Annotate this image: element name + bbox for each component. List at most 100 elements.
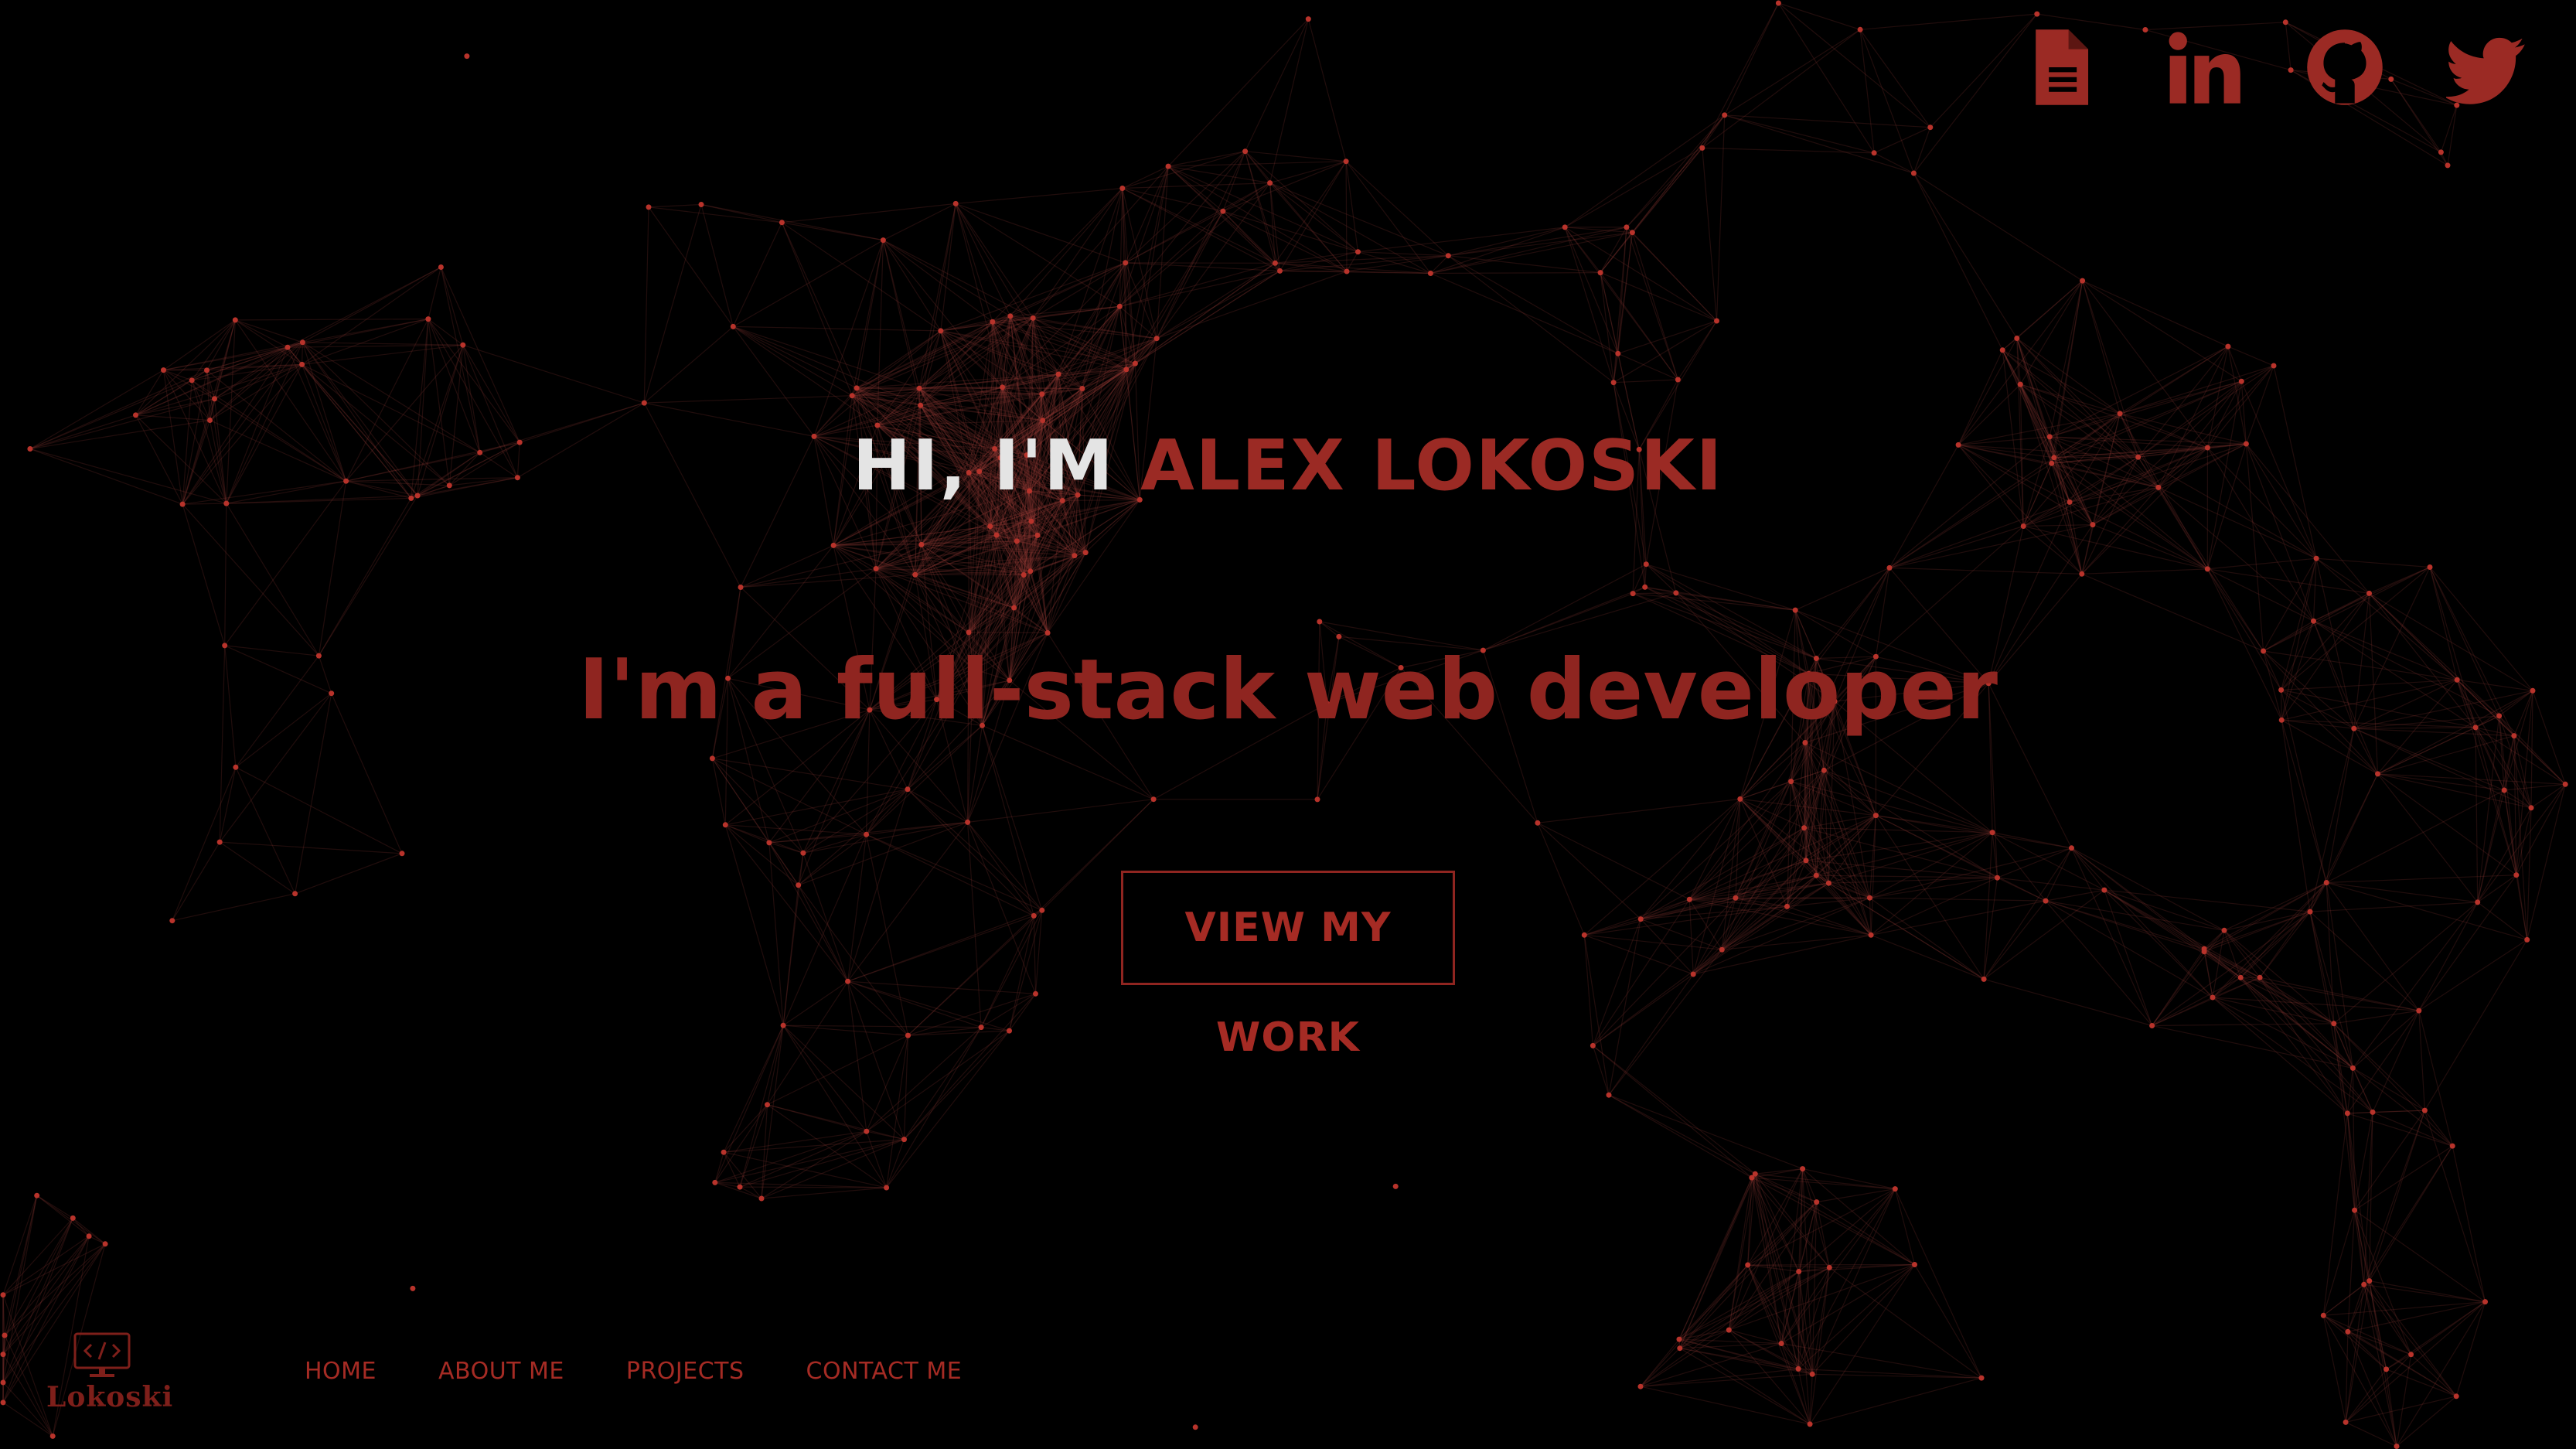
network-link (883, 240, 1034, 319)
network-node (918, 541, 925, 547)
network-link (1269, 19, 1309, 183)
network-node (1242, 148, 1249, 155)
network-link (2347, 1111, 2373, 1114)
network-node (698, 202, 704, 207)
network-node (966, 629, 972, 636)
network-node (2453, 1393, 2459, 1400)
network-link (1245, 151, 1347, 162)
network-link (714, 1152, 724, 1183)
network-node (2438, 149, 2444, 155)
network-link (2440, 104, 2458, 153)
network-link (1640, 1373, 1813, 1387)
network-link (1430, 272, 1619, 354)
nav-about-me[interactable]: ABOUT ME (438, 1358, 564, 1385)
network-node (1000, 384, 1006, 390)
network-node (204, 367, 210, 373)
network-link (1167, 165, 1358, 253)
resume-link[interactable] (2019, 26, 2101, 108)
network-link (1751, 1177, 1799, 1369)
network-link (1537, 798, 1740, 823)
network-node (1314, 796, 1320, 803)
network-link (1358, 251, 1449, 257)
social-links (2019, 26, 2528, 108)
network-node (2313, 555, 2319, 561)
network-node (233, 764, 239, 770)
network-node (2361, 1281, 2367, 1287)
network-link (36, 1195, 73, 1219)
network-link (1824, 769, 1993, 834)
network-node (800, 850, 806, 856)
nav-home[interactable]: HOME (305, 1358, 377, 1385)
twitter-link[interactable] (2446, 26, 2528, 108)
network-node (709, 755, 715, 762)
network-node (1034, 532, 1041, 538)
network-node (1871, 150, 1877, 156)
network-node (460, 342, 466, 348)
network-node (1355, 249, 1361, 255)
network-link (1873, 127, 1931, 154)
network-node (864, 1128, 870, 1134)
network-node (965, 819, 971, 825)
network-link (969, 632, 1048, 634)
network-node (1220, 208, 1226, 214)
network-node (1055, 371, 1061, 377)
network-link (1894, 1188, 1916, 1265)
network-node (49, 1433, 56, 1439)
network-node (1123, 367, 1130, 373)
network-link (1626, 147, 1703, 228)
network-link (36, 1195, 90, 1237)
network-link (226, 503, 319, 656)
network-node (216, 839, 223, 845)
site-logo[interactable]: Lokoski (46, 1331, 172, 1417)
network-link (1913, 172, 2003, 351)
network-link (2227, 346, 2274, 367)
network-node (1011, 605, 1017, 611)
network-node (2343, 1419, 2349, 1425)
network-link (235, 766, 403, 854)
network-link (2081, 524, 2094, 574)
network-link (714, 1104, 768, 1183)
network-link (643, 326, 734, 404)
nav-projects[interactable]: PROJECTS (626, 1358, 745, 1385)
linkedin-link[interactable] (2162, 26, 2244, 108)
network-node (399, 851, 405, 857)
network-node (1814, 1199, 1820, 1205)
network-node (299, 361, 305, 367)
network-node (299, 339, 305, 346)
network-node (2366, 590, 2372, 596)
network-node (1629, 230, 1635, 236)
network-link (1913, 172, 2018, 339)
network-node (990, 319, 996, 325)
network-link (956, 203, 1126, 264)
network-node (1778, 1341, 1784, 1346)
network-node (916, 385, 922, 391)
nav-contact-me[interactable]: CONTACT ME (806, 1358, 963, 1385)
network-link (851, 240, 884, 396)
network-link (224, 503, 227, 646)
network-node (2, 1332, 8, 1338)
github-icon (2307, 29, 2383, 105)
network-node (1040, 418, 1046, 424)
network-link (1307, 19, 1347, 162)
network-link (287, 266, 441, 348)
network-node (1803, 857, 1809, 864)
network-link (643, 204, 702, 404)
network-link (882, 240, 922, 406)
network-link (2, 1402, 53, 1437)
network-link (1122, 182, 1270, 189)
network-node (2282, 19, 2288, 26)
network-link (1345, 161, 1431, 274)
github-link[interactable] (2304, 26, 2386, 108)
network-link (1122, 151, 1245, 189)
view-my-work-button[interactable]: VIEW MY WORK (1121, 871, 1455, 1061)
network-link (2424, 1110, 2486, 1302)
network-link (1345, 161, 1449, 257)
network-link (287, 344, 463, 348)
network-node (1801, 825, 1808, 831)
network-node (722, 822, 728, 828)
network-node (161, 367, 166, 373)
network-node (1807, 1421, 1813, 1427)
network-node (2501, 787, 2507, 793)
network-link (2281, 720, 2327, 883)
document-icon (2036, 29, 2089, 105)
